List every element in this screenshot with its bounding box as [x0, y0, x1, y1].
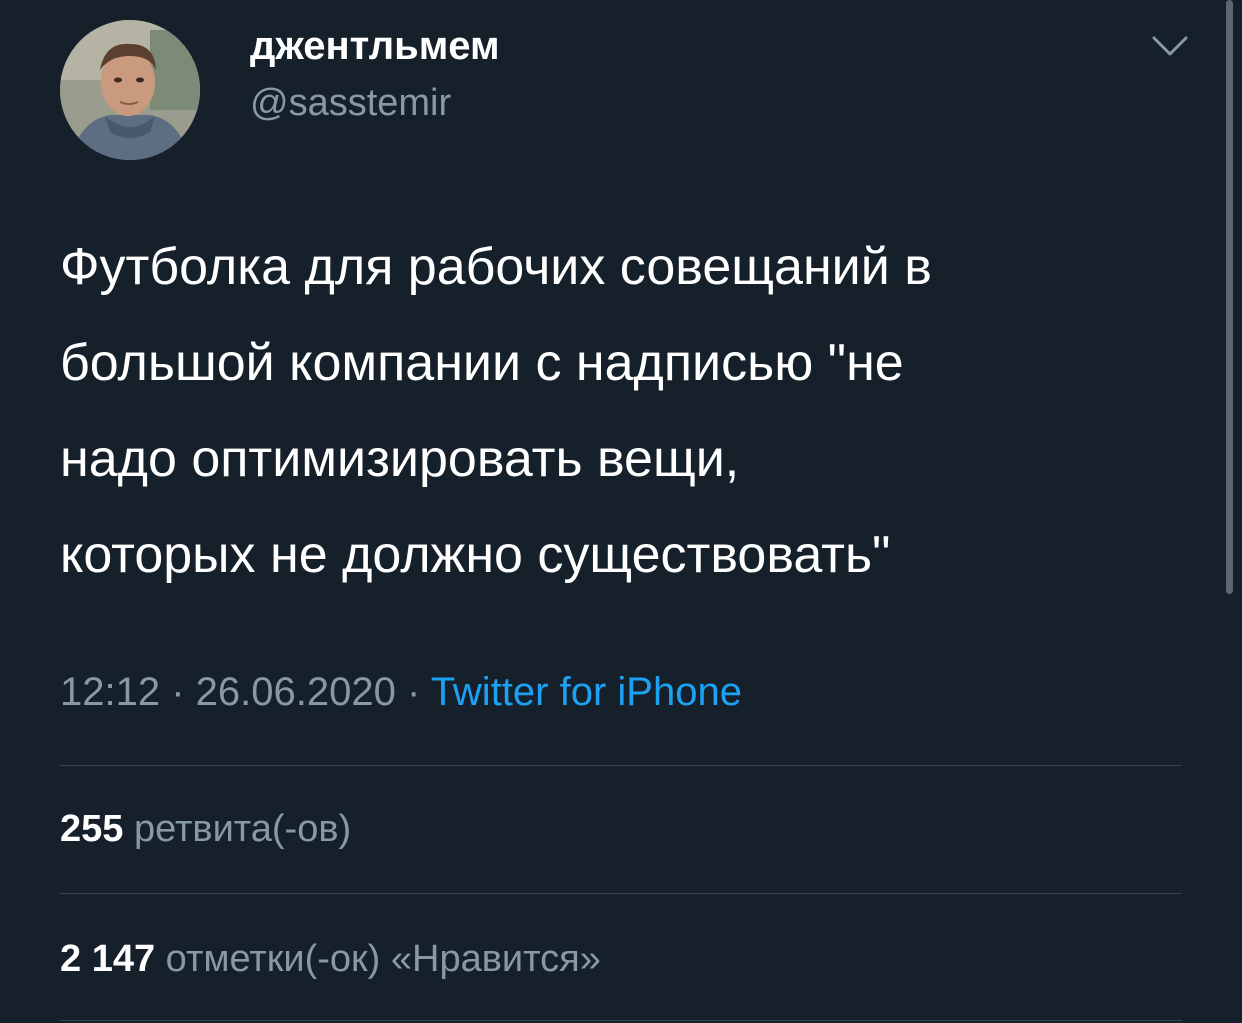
tweet-meta: 12:12 · 26.06.2020 · Twitter for iPhone	[60, 670, 742, 715]
retweets-count: 255	[60, 808, 124, 850]
author-handle[interactable]: @sasstemir	[250, 82, 451, 125]
meta-separator: ·	[395, 670, 431, 714]
avatar-photo	[60, 20, 200, 160]
divider	[60, 1020, 1182, 1021]
retweets-label: ретвита(-ов)	[133, 808, 352, 850]
tweet-time[interactable]: 12:12	[60, 670, 160, 714]
divider	[60, 893, 1182, 894]
author-display-name[interactable]: джентльмем	[250, 24, 500, 69]
avatar[interactable]	[60, 20, 200, 160]
tweet-date[interactable]: 26.06.2020	[196, 670, 396, 714]
tweet-text: Футболка для рабочих совещаний в большой…	[60, 238, 932, 584]
likes-label: отметки(-ок) «Нравится»	[165, 938, 601, 980]
tweet-source-link[interactable]: Twitter for iPhone	[431, 670, 742, 714]
chevron-down-icon[interactable]	[1150, 34, 1190, 60]
divider	[60, 765, 1182, 766]
retweets-stat[interactable]: 255 ретвита(-ов)	[60, 808, 351, 851]
likes-stat[interactable]: 2 147 отметки(-ок) «Нравится»	[60, 938, 601, 981]
likes-count: 2 147	[60, 938, 156, 980]
scrollbar[interactable]	[1226, 0, 1233, 594]
meta-separator: ·	[160, 670, 196, 714]
